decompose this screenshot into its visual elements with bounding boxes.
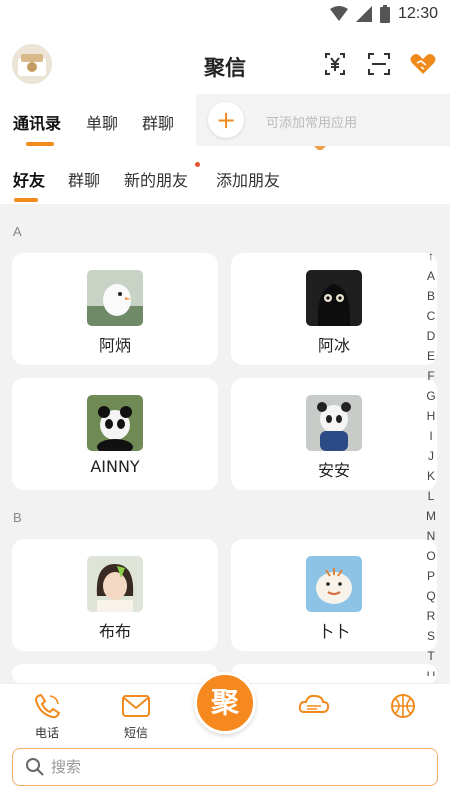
alphabet-index-letter[interactable]: D [420,326,442,346]
quick-apps-panel: + 可添加常用应用 [196,94,450,152]
contact-subtabs: 好友 群聊 新的朋友 添加朋友 [0,150,450,204]
contact-card[interactable]: 安安 [231,378,437,490]
nav-phone[interactable]: 电话 [17,692,77,741]
nav-cloud-chat[interactable] [284,692,344,720]
alphabet-index-letter[interactable]: K [420,466,442,486]
alphabet-index-letter[interactable]: M [420,506,442,526]
alphabet-index-letter[interactable]: P [420,566,442,586]
alphabet-index-letter[interactable]: B [420,286,442,306]
contact-card-partial[interactable] [231,664,437,684]
add-app-button[interactable]: + [208,102,244,138]
alphabet-index-letter[interactable]: O [420,546,442,566]
alphabet-index[interactable]: ↑ A B C D E F G H I J K L M N O P Q R S T U [420,246,442,676]
wifi-icon [329,6,348,21]
section-letter-a: A [13,224,22,239]
signal-icon [355,6,372,22]
contact-name: 安安 [317,461,350,480]
alphabet-index-letter[interactable]: G [420,386,442,406]
nav-label: 短信 [123,726,148,740]
yuan-receipt-icon[interactable] [321,50,349,78]
subtab-new-friends[interactable]: 新的朋友 [124,167,188,191]
alphabet-index-letter[interactable]: ↑ [420,246,442,266]
add-app-hint: 可添加常用应用 [266,116,358,131]
contact-card[interactable]: 卜卜 [231,539,437,651]
contact-name: 阿炳 [98,336,131,355]
scan-icon[interactable] [365,50,393,78]
contact-name: AINNY [90,457,140,476]
subtab-friends[interactable]: 好友 [13,167,45,191]
contact-card[interactable]: AINNY [12,378,218,490]
alphabet-index-letter[interactable]: N [420,526,442,546]
alphabet-index-letter[interactable]: I [420,426,442,446]
phone-icon [34,693,61,719]
contact-name: 阿冰 [317,336,350,355]
basketball-icon [391,694,415,718]
search-bar [12,748,438,786]
contact-avatar [306,270,362,326]
new-friends-badge-dot [195,162,200,167]
contact-avatar [306,395,362,451]
search-input[interactable] [51,755,421,779]
contact-card[interactable]: 阿冰 [231,253,437,365]
status-time: 12:30 [397,5,438,22]
nav-sms[interactable]: 短信 [106,692,166,741]
alphabet-index-letter[interactable]: Q [420,586,442,606]
contact-avatar [87,270,143,326]
tab-single-chat[interactable]: 单聊 [86,110,118,134]
nav-label: 电话 [34,726,59,740]
alphabet-index-letter[interactable]: R [420,606,442,626]
alphabet-index-letter[interactable]: T [420,646,442,666]
subtab-groups[interactable]: 群聊 [68,167,100,191]
search-icon [26,758,44,776]
tab-contacts[interactable]: 通讯录 [13,110,61,134]
contact-avatar [306,556,362,612]
contact-name: 布布 [98,622,131,641]
alphabet-index-letter[interactable]: H [420,406,442,426]
subtab-add-friend[interactable]: 添加朋友 [216,167,280,191]
alphabet-index-letter[interactable]: E [420,346,442,366]
alphabet-index-letter[interactable]: C [420,306,442,326]
contact-card[interactable]: 布布 [12,539,218,651]
battery-icon [379,5,390,23]
status-bar: 12:30 [0,0,450,30]
handshake-heart-icon[interactable] [409,50,437,78]
alphabet-index-letter[interactable]: A [420,266,442,286]
alphabet-index-letter[interactable]: J [420,446,442,466]
app-header: 聚信 [0,30,450,94]
tab-active-indicator [26,142,54,146]
contact-card[interactable]: 阿炳 [12,253,218,365]
alphabet-index-letter[interactable]: S [420,626,442,646]
alphabet-index-letter[interactable]: L [420,486,442,506]
cloud-chat-icon [298,694,330,713]
mail-icon [122,695,150,717]
section-letter-b: B [13,510,22,525]
contact-avatar [87,395,143,451]
alphabet-index-letter[interactable]: U [420,666,442,676]
tab-group-chat[interactable]: 群聊 [142,110,174,134]
nav-sports[interactable] [373,692,433,720]
alphabet-index-letter[interactable]: F [420,366,442,386]
subtab-active-indicator [14,198,38,202]
juxin-center-button[interactable]: 聚 [194,672,256,734]
contact-card-partial[interactable] [12,664,218,684]
contact-avatar [87,556,143,612]
main-tabs: 通讯录 单聊 群聊 + 可添加常用应用 [0,94,450,152]
contact-name: 卜卜 [317,622,350,641]
